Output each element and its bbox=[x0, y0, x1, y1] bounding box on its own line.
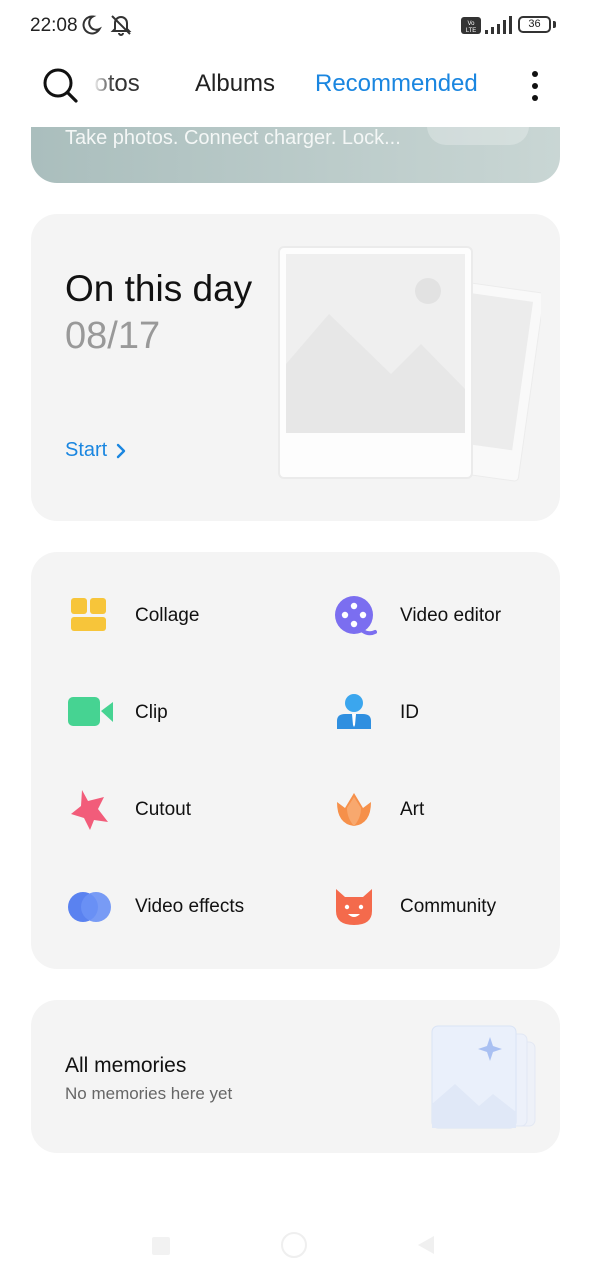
on-this-day-card[interactable]: On this day 08/17 Start bbox=[31, 214, 560, 521]
bell-off-icon bbox=[109, 13, 133, 42]
all-memories-card[interactable]: All memories No memories here yet bbox=[31, 1000, 560, 1153]
moon-icon bbox=[80, 14, 102, 41]
tool-label: Collage bbox=[135, 605, 200, 626]
home-button[interactable] bbox=[281, 1232, 307, 1258]
tab-albums[interactable]: Albums bbox=[195, 70, 275, 98]
video-effects-icon bbox=[68, 885, 112, 929]
on-this-day-date: 08/17 bbox=[65, 315, 161, 357]
status-time: 22:08 bbox=[30, 15, 78, 36]
system-navigation-bar bbox=[0, 1210, 591, 1280]
volte-icon: Vo LTE bbox=[461, 17, 481, 39]
video-editor-icon bbox=[333, 594, 377, 638]
cutout-icon bbox=[68, 788, 112, 832]
community-icon bbox=[333, 885, 377, 929]
banner-button[interactable] bbox=[427, 127, 529, 145]
more-options-icon[interactable] bbox=[525, 68, 545, 104]
clip-icon bbox=[68, 691, 113, 735]
tool-label: Community bbox=[400, 896, 497, 917]
start-link[interactable]: Start bbox=[65, 439, 107, 462]
banner-text: Take photos. Connect charger. Lock... bbox=[65, 127, 401, 149]
svg-text:Vo: Vo bbox=[467, 21, 475, 27]
tool-label: Art bbox=[400, 799, 425, 820]
recent-apps-button[interactable] bbox=[152, 1237, 170, 1255]
all-memories-subtitle: No memories here yet bbox=[65, 1084, 233, 1103]
id-icon bbox=[333, 691, 377, 735]
chevron-right-icon bbox=[115, 443, 127, 464]
tab-photos[interactable]: hotos bbox=[93, 70, 157, 98]
back-button-icon[interactable] bbox=[416, 1234, 436, 1261]
memories-illustration-icon bbox=[429, 1024, 539, 1139]
status-bar: 22:08 Vo LTE 36 bbox=[0, 0, 591, 52]
tools-card: Collage Video editor Clip ID Cutout Art … bbox=[31, 552, 560, 969]
tool-label: ID bbox=[400, 702, 419, 723]
search-icon[interactable] bbox=[42, 67, 80, 110]
tool-label: Cutout bbox=[135, 799, 191, 820]
top-navigation: hotos Albums Recommended bbox=[0, 52, 591, 122]
battery-tip bbox=[553, 21, 556, 28]
battery-level: 36 bbox=[528, 18, 541, 30]
art-icon bbox=[333, 788, 377, 832]
tool-label: Video effects bbox=[135, 896, 245, 917]
tips-banner[interactable]: Take photos. Connect charger. Lock... bbox=[31, 127, 560, 183]
collage-icon bbox=[68, 594, 112, 638]
tool-label: Video editor bbox=[400, 605, 502, 626]
battery-icon: 36 bbox=[518, 16, 551, 33]
svg-text:LTE: LTE bbox=[466, 28, 477, 34]
photo-stack-illustration bbox=[271, 244, 545, 499]
on-this-day-title: On this day bbox=[65, 268, 253, 309]
all-memories-title: All memories bbox=[65, 1054, 187, 1077]
signal-icon bbox=[485, 16, 513, 39]
tool-label: Clip bbox=[135, 702, 168, 723]
tab-recommended[interactable]: Recommended bbox=[315, 70, 478, 98]
